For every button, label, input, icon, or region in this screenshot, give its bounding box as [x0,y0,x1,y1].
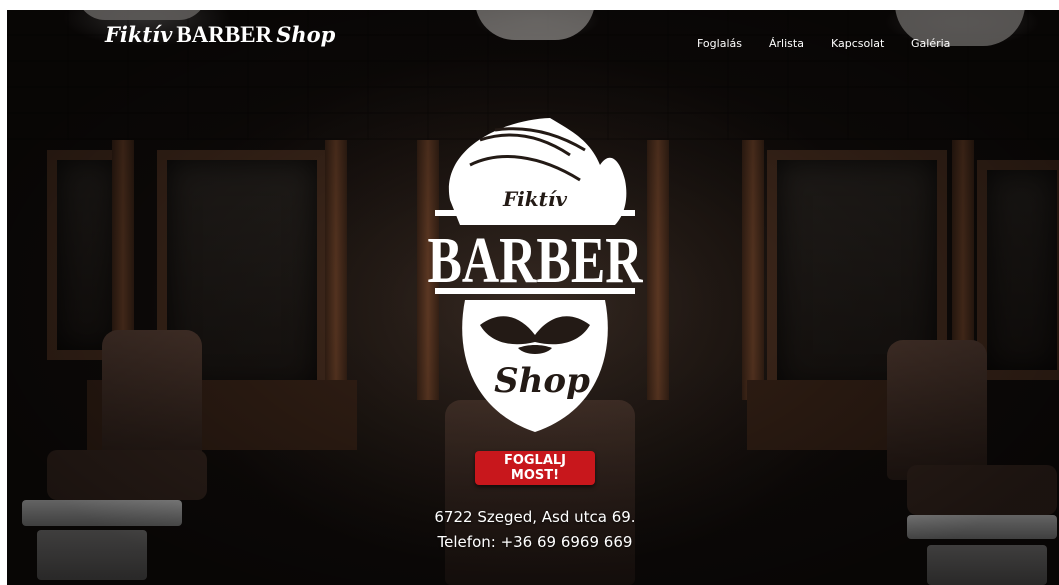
brand-block: BARBER [176,22,273,47]
brand-script: Fiktív [105,22,173,47]
nav-item-arlista[interactable]: Árlista [769,37,804,50]
nav-item-kapcsolat[interactable]: Kapcsolat [831,37,884,50]
logo-script-top: Fiktív [502,187,567,211]
book-now-button[interactable]: FOGLALJ MOST! [475,451,595,485]
brand-logo[interactable]: Fiktív BARBER Shop [105,22,335,48]
logo-band-bottom [435,288,635,294]
logo-main-word: BARBER [428,224,644,297]
brand-script-shop: Shop [276,22,336,47]
logo-script-bottom: Shop [494,361,590,401]
nav-item-galeria[interactable]: Galéria [911,37,950,50]
address-text: 6722 Szeged, Asd utca 69. [434,508,636,526]
nav-item-foglalas[interactable]: Foglalás [697,37,742,50]
page: Fiktív BARBER Shop Foglalás Árlista Kapc… [0,0,1059,585]
barber-shop-logo: Fiktív BARBER Shop [428,118,644,432]
phone-text: Telefon: +36 69 6969 669 [437,533,633,551]
